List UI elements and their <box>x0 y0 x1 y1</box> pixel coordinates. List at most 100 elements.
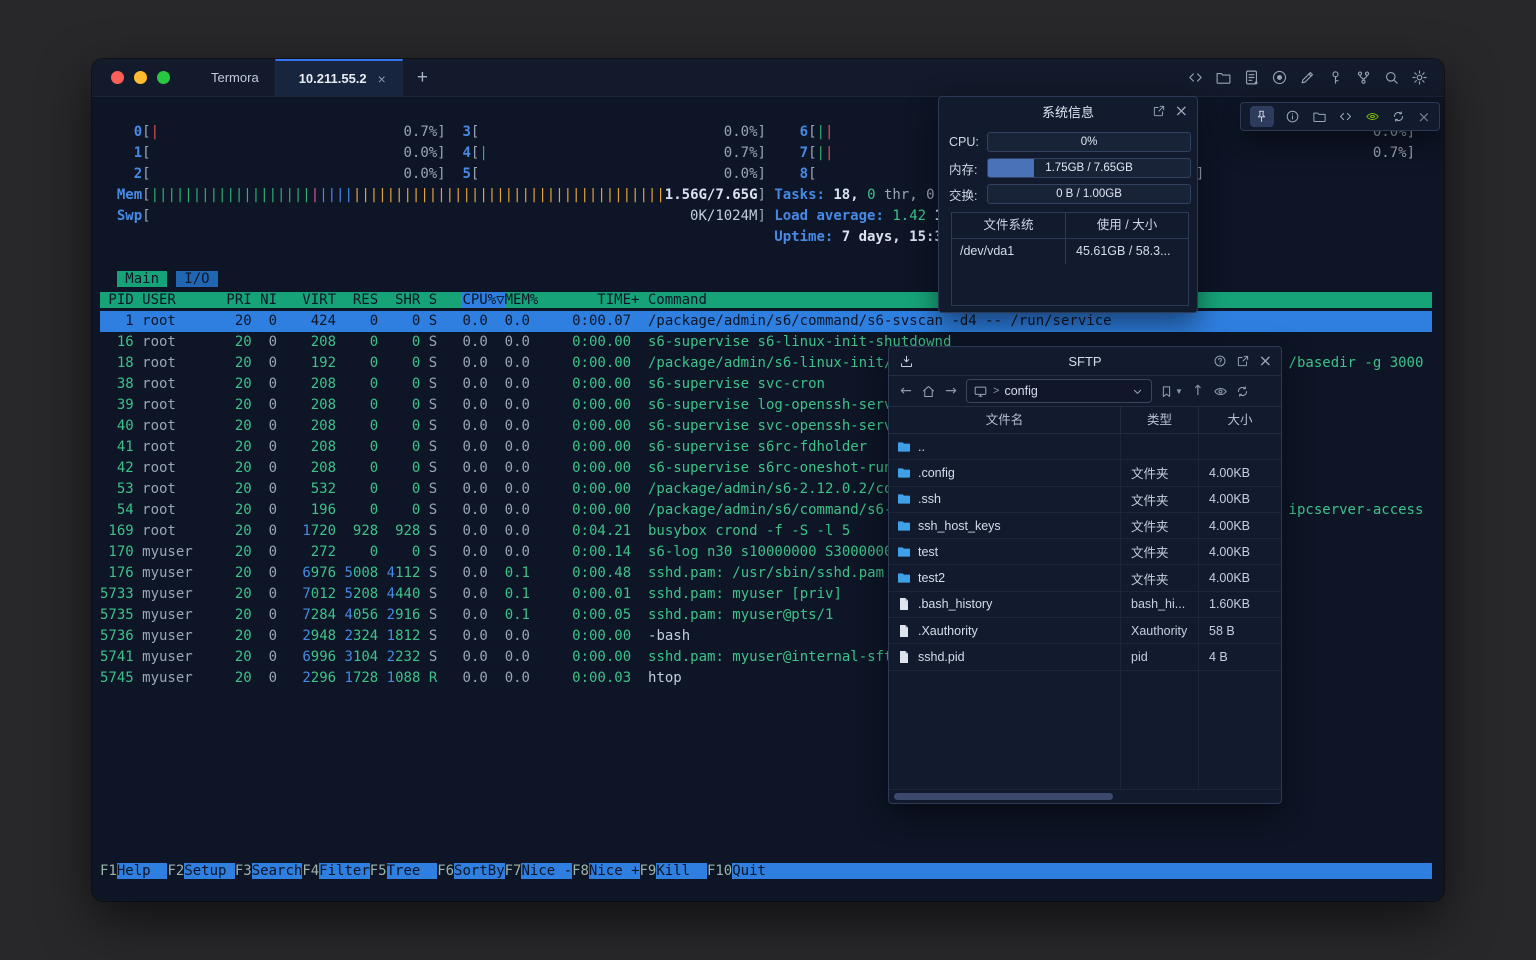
column-type[interactable]: 类型 <box>1121 407 1199 433</box>
close-window-button[interactable] <box>111 71 124 84</box>
process-row[interactable]: 38 root 20 0 208 0 0 S 0.0 0.0 0:00.00 s… <box>100 374 825 395</box>
file-type: bash_hi... <box>1121 597 1199 611</box>
process-row[interactable]: 5745 myuser 20 0 2296 1728 1088 R 0.0 0.… <box>100 668 682 689</box>
back-arrow-icon[interactable]: ← <box>898 383 914 399</box>
info-icon[interactable] <box>1285 109 1300 124</box>
tab-bar: Termora 10.211.55.2 × + <box>92 59 1444 97</box>
path-breadcrumb[interactable]: > config <box>966 379 1152 403</box>
home-icon[interactable] <box>921 384 936 399</box>
file-name: test <box>918 545 1121 559</box>
close-icon[interactable]: × <box>1259 354 1272 368</box>
fkey-search[interactable]: Search <box>252 863 303 879</box>
tab-ssh-session[interactable]: 10.211.55.2 × <box>275 59 403 96</box>
record-icon[interactable] <box>1271 69 1288 86</box>
open-external-icon[interactable] <box>1152 104 1166 118</box>
code-icon[interactable] <box>1338 109 1353 124</box>
download-icon <box>899 354 914 369</box>
nvidia-icon[interactable] <box>1365 109 1380 124</box>
search-icon[interactable] <box>1383 69 1400 86</box>
folder-icon <box>896 544 912 560</box>
file-icon <box>896 596 912 612</box>
edit-icon[interactable] <box>1299 69 1316 86</box>
fkey-filter[interactable]: Filter <box>319 863 370 879</box>
process-row[interactable]: 41 root 20 0 208 0 0 S 0.0 0.0 0:00.00 s… <box>100 437 867 458</box>
fkey-help[interactable]: Help <box>117 863 168 879</box>
fkey-setup[interactable]: Setup <box>184 863 235 879</box>
pin-button[interactable] <box>1250 106 1274 127</box>
chevron-down-icon[interactable] <box>1130 384 1145 399</box>
tab-termora[interactable]: Termora <box>188 59 275 96</box>
horizontal-scrollbar[interactable] <box>889 789 1281 803</box>
file-row[interactable]: ssh_host_keys文件夹4.00KB <box>889 513 1281 539</box>
scrollbar-thumb[interactable] <box>894 793 1113 800</box>
close-icon[interactable]: × <box>1418 108 1431 126</box>
process-row[interactable]: 5735 myuser 20 0 7284 4056 2916 S 0.0 0.… <box>100 605 833 626</box>
process-row[interactable]: 39 root 20 0 208 0 0 S 0.0 0.0 0:00.00 s… <box>100 395 909 416</box>
tab-close-icon[interactable]: × <box>378 71 386 87</box>
upload-icon[interactable]: ↑ <box>1190 383 1206 399</box>
code-icon[interactable] <box>1187 69 1204 86</box>
sync-icon[interactable] <box>1391 109 1406 124</box>
file-row[interactable]: test文件夹4.00KB <box>889 539 1281 565</box>
column-filename[interactable]: 文件名 <box>889 407 1121 433</box>
process-row-selected[interactable]: 1 root 20 0 424 0 0 S 0.0 0.0 0:00.07 /p… <box>100 311 1432 332</box>
bookmark-dropdown-icon[interactable]: ▼ <box>1175 387 1183 396</box>
bookmark-icon[interactable] <box>1159 384 1174 399</box>
file-row[interactable]: .. <box>889 434 1281 460</box>
swap-usage-row: 交换: 0 B / 1.00GB <box>949 185 1191 203</box>
process-row[interactable]: 40 root 20 0 208 0 0 S 0.0 0.0 0:00.00 s… <box>100 416 909 437</box>
file-type: 文件夹 <box>1121 569 1199 588</box>
minimize-window-button[interactable] <box>134 71 147 84</box>
filesystem-table: 文件系统 使用 / 大小 /dev/vda145.61GB / 58.3... <box>951 212 1189 306</box>
process-row[interactable]: 42 root 20 0 208 0 0 S 0.0 0.0 0:00.00 s… <box>100 458 918 479</box>
folder-icon[interactable] <box>1312 109 1327 124</box>
process-row[interactable]: 16 root 20 0 208 0 0 S 0.0 0.0 0:00.00 s… <box>100 332 951 353</box>
file-row[interactable]: sshd.pidpid4 B <box>889 644 1281 670</box>
file-row[interactable]: .bash_historybash_hi...1.60KB <box>889 592 1281 618</box>
close-icon[interactable]: × <box>1175 104 1188 118</box>
sort-column-cpu[interactable]: CPU%▽ <box>462 292 504 308</box>
fkey-nice-+[interactable]: Nice + <box>589 863 640 879</box>
notes-icon[interactable] <box>1243 69 1260 86</box>
process-row[interactable]: 5736 myuser 20 0 2948 2324 1812 S 0.0 0.… <box>100 626 690 647</box>
computer-icon <box>973 384 988 399</box>
htop-tab-main[interactable]: Main <box>117 271 168 287</box>
open-external-icon[interactable] <box>1236 354 1250 368</box>
fkey-quit[interactable]: Quit <box>732 863 1432 879</box>
file-row[interactable]: .XauthorityXauthority58 B <box>889 618 1281 644</box>
column-size[interactable]: 大小 <box>1199 407 1281 433</box>
filesystem-row[interactable]: /dev/vda145.61GB / 58.3... <box>952 239 1188 264</box>
file-type: 文件夹 <box>1121 542 1199 561</box>
forward-arrow-icon[interactable]: → <box>943 383 959 399</box>
new-tab-button[interactable]: + <box>403 59 442 96</box>
file-row[interactable]: test2文件夹4.00KB <box>889 565 1281 591</box>
mem-meter-row: Mem[||||||||||||||||||||||||||||||||||||… <box>100 185 1069 206</box>
show-hidden-eye-icon[interactable] <box>1213 384 1228 399</box>
folder-icon[interactable] <box>1215 69 1232 86</box>
fkey-tree[interactable]: Tree <box>387 863 438 879</box>
file-row[interactable]: .ssh文件夹4.00KB <box>889 487 1281 513</box>
folder-icon <box>896 439 912 455</box>
process-row[interactable]: 5733 myuser 20 0 7012 5208 4440 S 0.0 0.… <box>100 584 842 605</box>
process-row[interactable]: 5741 myuser 20 0 6996 3104 2232 S 0.0 0.… <box>100 647 901 668</box>
cpu-usage-row: CPU: 0% <box>949 133 1191 151</box>
maximize-window-button[interactable] <box>157 71 170 84</box>
memory-label: 内存: <box>949 159 987 178</box>
cpu-label: CPU: <box>949 135 987 149</box>
process-row[interactable]: 170 myuser 20 0 272 0 0 S 0.0 0.0 0:00.1… <box>100 542 1019 563</box>
fkey-kill[interactable]: Kill <box>656 863 707 879</box>
htop-tab-io[interactable]: I/O <box>176 271 218 287</box>
key-icon[interactable] <box>1327 69 1344 86</box>
file-name: .bash_history <box>918 597 1121 611</box>
branch-icon[interactable] <box>1355 69 1372 86</box>
current-directory: config <box>1004 384 1037 398</box>
swap-label: 交换: <box>949 185 987 204</box>
settings-gear-icon[interactable] <box>1411 69 1428 86</box>
file-row[interactable]: .config文件夹4.00KB <box>889 460 1281 486</box>
fkey-nice--[interactable]: Nice - <box>521 863 572 879</box>
refresh-icon[interactable] <box>1235 384 1250 399</box>
fkey-sortby[interactable]: SortBy <box>454 863 505 879</box>
help-icon[interactable] <box>1213 354 1227 368</box>
process-row[interactable]: 169 root 20 0 1720 928 928 S 0.0 0.0 0:0… <box>100 521 850 542</box>
titlebar-actions <box>1187 59 1444 96</box>
